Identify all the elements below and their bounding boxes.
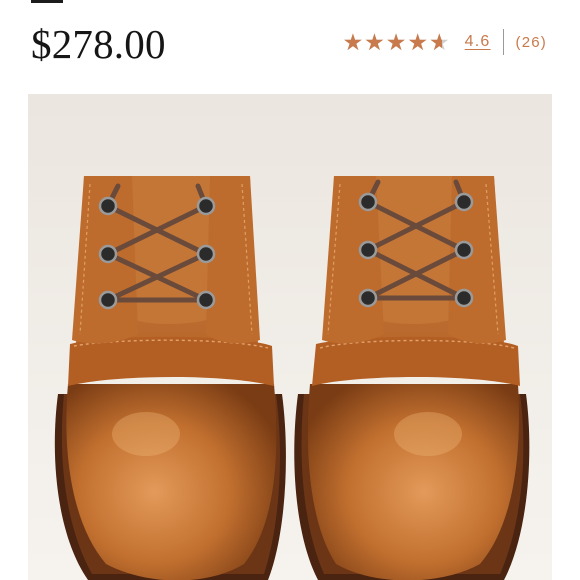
header-underline [31, 0, 63, 3]
product-detail-page: $278.00 ★★★★★ ★★★★★ 4.6 (26) [0, 0, 580, 580]
boots-illustration [28, 94, 552, 580]
star-rating-filled-icons: ★★★★★ [342, 29, 443, 55]
review-count-link[interactable]: (26) [516, 34, 547, 51]
product-image[interactable] [28, 94, 552, 580]
rating-score-link[interactable]: 4.6 [465, 33, 491, 51]
product-price: $278.00 [31, 21, 166, 67]
rating-divider [502, 29, 504, 55]
star-rating: ★★★★★ ★★★★★ [343, 28, 451, 56]
rating-summary[interactable]: ★★★★★ ★★★★★ 4.6 (26) [343, 28, 547, 56]
